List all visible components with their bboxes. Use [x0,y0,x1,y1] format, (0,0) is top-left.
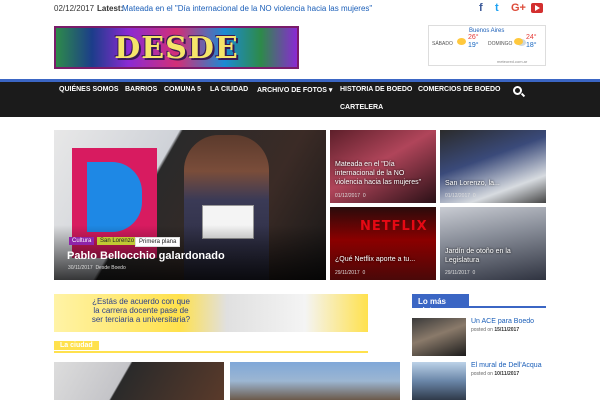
most-viewed-date-1: posted on 15/11/2017 [471,327,519,333]
nav-item-historia-de-boedo[interactable]: HISTORIA DE BOEDO [340,86,412,93]
news-thumb-caption: ¿Qué Netflix aporte a tu... [335,256,416,263]
partly-cloudy-icon [514,38,523,45]
posted-label: posted on [471,371,493,377]
nav-item-la-ciudad[interactable]: LA CIUDAD [210,86,248,93]
nav-item-archivo-de-fotos[interactable]: ARCHIVO DE FOTOS ▾ [257,86,332,94]
banner-line-2: la carrera docente pase de [93,306,189,315]
tag-primera-plana[interactable]: Primera plana [135,237,181,247]
posted-label: posted on [471,327,493,333]
nav-item-quienes-somos[interactable]: QUIÉNES SOMOS [59,86,119,93]
news-thumb-3[interactable]: NETFLIX ¿Qué Netflix aporte a tu... 29/1… [330,207,436,280]
weather-provider[interactable]: meteored.com.ar [497,59,527,64]
tag-san-lorenzo[interactable]: San Lorenzo [97,237,138,245]
section-title-la-ciudad[interactable]: La ciudad [54,341,99,350]
weather-day1: SÁBADO [432,41,453,47]
news-thumb-2[interactable]: San Lorenzo, la... 01/12/2017 0 [440,130,546,203]
nav-item-cartelera[interactable]: CARTELERA [340,104,383,111]
banner-line-1: ¿Estás de acuerdo con que [92,297,190,306]
news-thumb-caption: San Lorenzo, la... [445,180,500,187]
most-viewed-link-2[interactable]: El mural de Dell'Acqua [471,362,542,369]
news-thumb-meta: 01/12/2017 0 [445,193,476,199]
current-date: 02/12/2017 [54,4,95,13]
news-thumb-date: 01/12/2017 [335,193,361,199]
weather-day1-high: 26° [468,34,479,41]
news-thumb-meta: 29/11/2017 0 [445,270,475,276]
news-thumb-caption: Mateada en el "Día internacional de la N… [335,161,422,186]
logo-text: DESDE BOEDO [110,31,241,67]
section-underline [54,341,368,353]
latest-label: Latest: [97,4,124,13]
most-viewed-date-2: posted on 10/11/2017 [471,371,519,377]
weather-day2-low: 18° [526,42,537,49]
googleplus-icon[interactable]: G+ [511,2,526,14]
site-logo[interactable]: DESDE BOEDO [54,26,299,69]
nav-item-comuna-5[interactable]: COMUNA 5 [164,86,201,93]
youtube-icon[interactable] [531,3,543,13]
comments-count: 0 [472,193,476,199]
section-article-2[interactable] [230,362,400,400]
poll-banner[interactable]: ¿Estás de acuerdo con que la carrera doc… [54,294,368,332]
weather-day2: DOMINGO [488,41,513,47]
sun-icon [457,38,466,45]
featured-meta: 30/11/2017 Desde Boedo [68,265,126,271]
banner-text: ¿Estás de acuerdo con que la carrera doc… [66,297,216,324]
comments-count: 0 [472,270,476,276]
featured-image-logo [87,162,142,232]
featured-title[interactable]: Pablo Bellocchio galardonado [67,250,225,262]
banner-line-3: ser terciaria a universitaria? [91,315,191,324]
netflix-logo: NETFLIX [360,219,428,234]
weather-day2-high: 24° [526,34,537,41]
weather-widget[interactable]: Buenos Aires SÁBADO 26° 19° DOMINGO 24° … [428,25,546,66]
sidebar-title: Lo más visto [412,294,469,315]
news-thumb-4[interactable]: Jardín de otoño en la Legislatura 29/11/… [440,207,546,280]
posted-date: 10/11/2017 [494,371,520,377]
news-thumb-meta: 01/12/2017 0 [335,193,366,199]
news-thumb-date: 01/12/2017 [445,193,471,199]
nav-item-barrios[interactable]: BARRIOS [125,86,157,93]
news-thumb-caption: Jardín de otoño en la Legislatura [445,248,511,264]
twitter-icon[interactable]: t [495,2,499,14]
top-bar: 02/12/2017 Latest: Mateada en el "Día in… [0,0,600,20]
search-icon[interactable] [513,86,522,95]
news-thumb-date: 29/11/2017 [445,270,470,276]
news-thumb-date: 29/11/2017 [335,270,360,276]
section-article-1[interactable] [54,362,224,400]
weather-day1-low: 19° [468,42,479,49]
most-viewed-thumb-2[interactable] [412,362,466,400]
most-viewed-link-1[interactable]: Un ACE para Boedo [471,318,534,325]
tag-cultura[interactable]: Cultura [69,237,95,245]
comments-count: 0 [362,270,366,276]
featured-author: Desde Boedo [95,265,126,271]
nav-item-comercios-de-boedo[interactable]: COMERCIOS DE BOEDO [418,86,500,93]
posted-date: 15/11/2017 [494,327,520,333]
news-thumb-1[interactable]: Mateada en el "Día internacional de la N… [330,130,436,203]
most-viewed-thumb-1[interactable] [412,318,466,356]
featured-date: 30/11/2017 [68,265,93,271]
latest-news-link[interactable]: Mateada en el "Día internacional de la N… [122,4,372,13]
facebook-icon[interactable]: f [479,2,483,14]
comments-count: 0 [362,193,366,199]
news-thumb-meta: 29/11/2017 0 [335,270,365,276]
